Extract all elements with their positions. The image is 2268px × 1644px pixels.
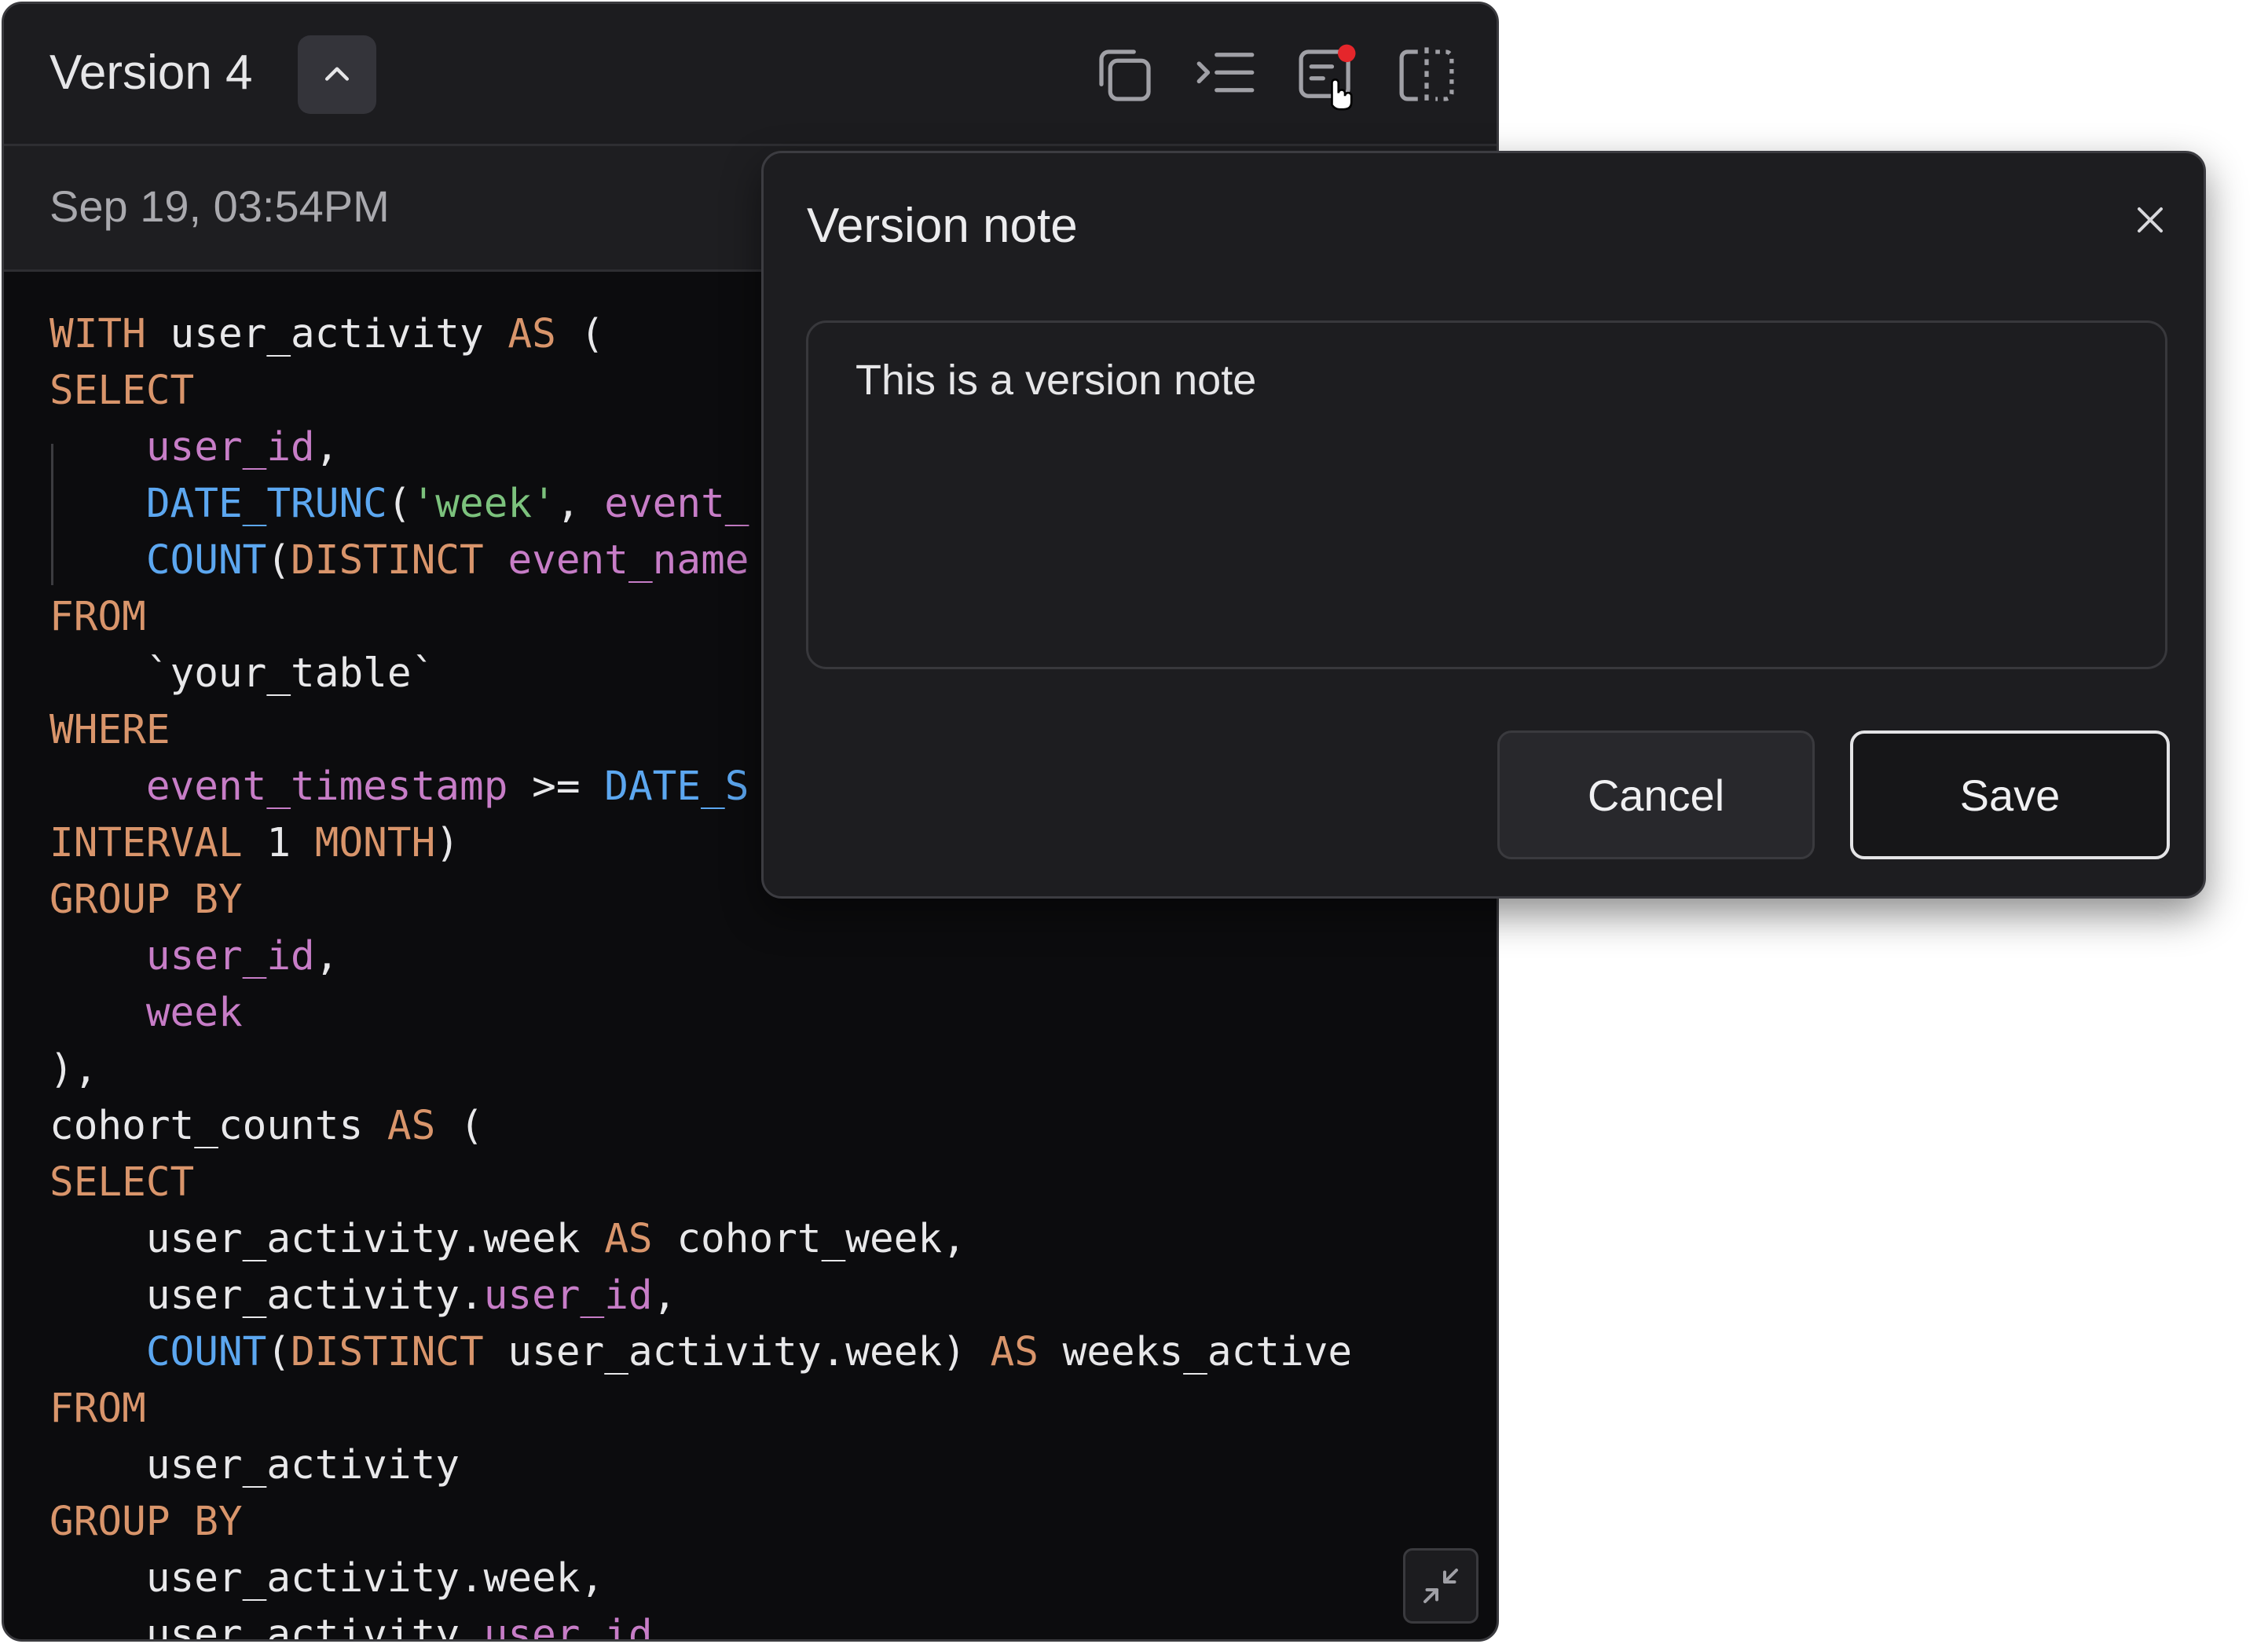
close-button[interactable] [2123, 192, 2178, 247]
code-token: user_activity. [49, 1612, 484, 1642]
code-token: weeks_active [1038, 1329, 1353, 1375]
code-line: user_activity.week AS cohort_week, [49, 1211, 1352, 1268]
code-token: SELECT [49, 368, 195, 414]
code-token: , [652, 1272, 677, 1319]
code-token: week [145, 990, 243, 1036]
code-token: GROUP BY [49, 877, 243, 923]
code-token: ( [555, 311, 605, 357]
code-line: user_id, [49, 928, 1352, 985]
code-token: COUNT [145, 1329, 267, 1375]
code-token: 'week' [411, 481, 556, 527]
code-token: `your_table` [49, 650, 436, 697]
code-token: cohort_week, [652, 1216, 966, 1262]
code-token: AS [990, 1329, 1039, 1375]
code-token: ), [49, 1046, 98, 1093]
code-token: AS [507, 311, 556, 357]
code-token: DATE_S [604, 763, 749, 810]
code-token: DISTINCT [291, 1329, 484, 1375]
version-timestamp: Sep 19, 03:54PM [49, 181, 390, 231]
code-token: user_activity [145, 311, 508, 357]
chevron-up-icon [324, 67, 350, 81]
code-token: ( [266, 537, 291, 584]
code-line: user_activity.user_id [49, 1607, 1352, 1642]
code-token: >= [507, 763, 605, 810]
code-line: week [49, 985, 1352, 1042]
code-token: , [314, 424, 339, 470]
code-line: ), [49, 1042, 1352, 1098]
code-line: SELECT [49, 1155, 1352, 1211]
code-token: FROM [49, 594, 146, 640]
code-token: ( [435, 1103, 484, 1149]
code-token: ) [435, 820, 460, 866]
code-token: AS [387, 1103, 436, 1149]
code-token: FROM [49, 1386, 146, 1432]
code-token: user_id [483, 1612, 653, 1642]
note-text: This is a version note [856, 357, 1257, 404]
version-title: Version 4 [49, 46, 253, 100]
save-button[interactable]: Save [1850, 730, 2170, 859]
minimize-icon [1423, 1569, 1458, 1603]
code-token: MONTH [314, 820, 436, 866]
code-token: DATE_TRUNC [145, 481, 387, 527]
code-token: event_ [604, 481, 749, 527]
code-token: ( [387, 481, 412, 527]
code-token: , [555, 481, 605, 527]
version-note-icon[interactable] [1291, 40, 1361, 111]
code-token: user_activity.week) [483, 1329, 991, 1375]
version-note-textarea[interactable]: This is a version note [806, 320, 2167, 669]
indent-icon[interactable] [1190, 40, 1261, 111]
code-token: user_activity. [49, 1272, 484, 1319]
code-token: DISTINCT [291, 537, 484, 584]
code-token: user_id [145, 933, 315, 979]
code-token: cohort_counts [49, 1103, 387, 1149]
panel-header: Version 4 [4, 4, 1497, 146]
code-token: WITH [49, 311, 146, 357]
code-token: event_timestamp [145, 763, 508, 810]
code-line: user_activity [49, 1437, 1352, 1494]
code-token: 1 [242, 820, 315, 866]
code-line: user_activity.user_id, [49, 1268, 1352, 1324]
split-view-icon[interactable] [1391, 40, 1462, 111]
code-token: WHERE [49, 707, 170, 753]
code-token: , [314, 933, 339, 979]
close-icon [2138, 207, 2163, 233]
code-token: user_id [145, 424, 315, 470]
code-line: COUNT(DISTINCT user_activity.week) AS we… [49, 1324, 1352, 1381]
code-token: COUNT [145, 537, 267, 584]
code-token: user_activity [49, 1442, 460, 1488]
code-token: SELECT [49, 1159, 195, 1206]
copy-icon[interactable] [1090, 40, 1160, 111]
code-token: user_activity.week, [49, 1555, 605, 1602]
code-token: GROUP BY [49, 1499, 243, 1545]
collapse-button[interactable] [298, 35, 376, 114]
code-token: INTERVAL [49, 820, 243, 866]
code-line: user_activity.week, [49, 1551, 1352, 1607]
code-line: GROUP BY [49, 1494, 1352, 1551]
code-token: ( [266, 1329, 291, 1375]
minimize-button[interactable] [1403, 1548, 1478, 1624]
code-line: cohort_counts AS ( [49, 1098, 1352, 1155]
code-line: FROM [49, 1381, 1352, 1437]
dialog-title: Version note [807, 199, 1078, 253]
code-token: event_name [507, 537, 749, 584]
code-token: AS [604, 1216, 653, 1262]
cancel-button[interactable]: Cancel [1497, 730, 1815, 859]
code-token: user_id [483, 1272, 653, 1319]
code-token: user_activity.week [49, 1216, 605, 1262]
version-note-dialog: Version note This is a version note Canc… [761, 151, 2206, 899]
